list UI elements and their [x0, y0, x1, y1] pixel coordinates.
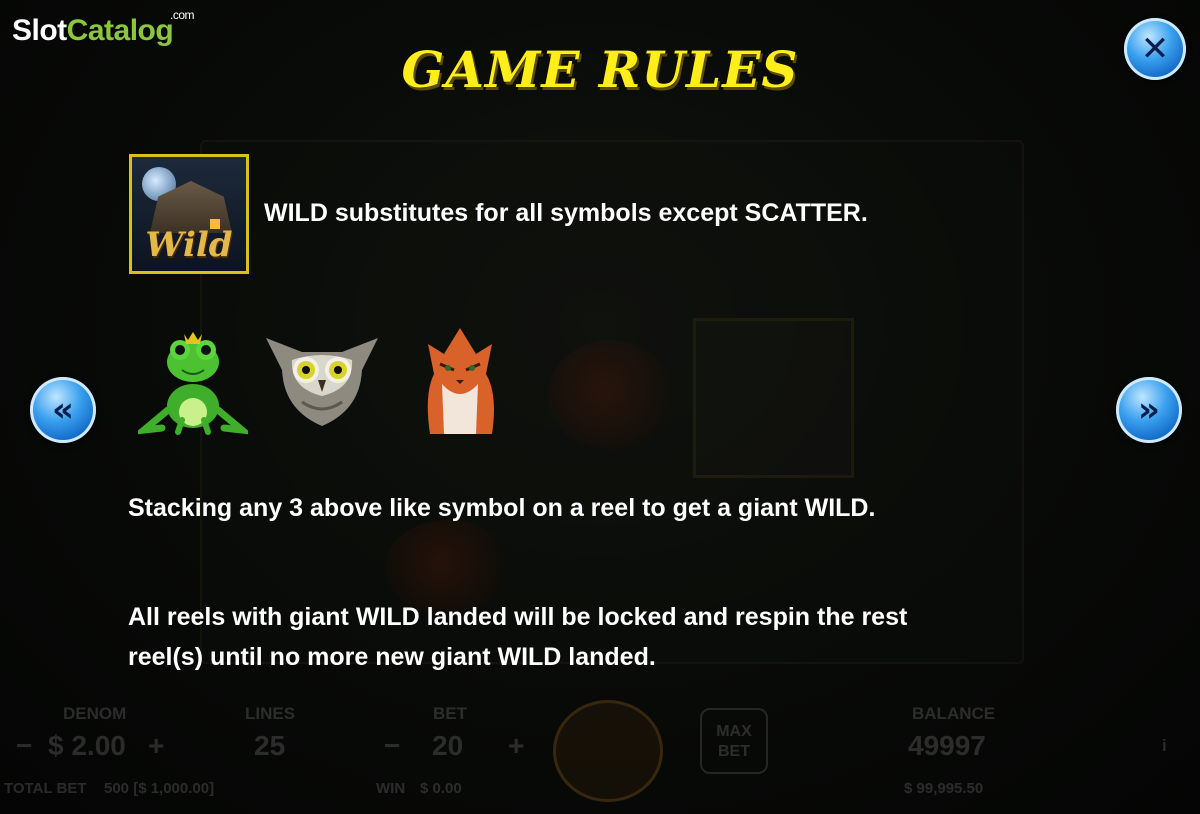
win-label: WIN — [376, 780, 406, 797]
lines-label: LINES — [245, 704, 296, 723]
cat-icon — [427, 328, 494, 434]
rule-locked-line2: reel(s) until no more new giant WILD lan… — [128, 643, 656, 671]
win-value: $ 0.00 — [420, 780, 462, 797]
max-bet-button[interactable]: MAX BET — [700, 708, 768, 774]
max-bet-line1: MAX — [716, 723, 752, 740]
denom-value: $ 2.00 — [48, 730, 126, 761]
balance-money: $ 99,995.50 — [904, 780, 984, 797]
total-bet-label: TOTAL BET — [4, 780, 87, 797]
close-button[interactable]: ✕ — [1124, 18, 1186, 80]
balance-value: 49997 — [908, 730, 986, 761]
double-chevron-left-icon: « — [52, 390, 74, 430]
wild-label: Wild — [145, 225, 233, 265]
page-title: GAME RULES — [401, 40, 799, 99]
close-icon: ✕ — [1140, 29, 1170, 69]
bet-plus-button[interactable]: + — [508, 730, 524, 762]
double-chevron-right-icon: » — [1138, 390, 1160, 430]
bottom-control-bar: DENOM − $ 2.00 + LINES 25 BET − 20 + MAX… — [0, 700, 1200, 814]
denom-minus-button[interactable]: − — [16, 730, 32, 762]
owl-icon — [266, 338, 378, 426]
lines-value: 25 — [254, 730, 286, 761]
rule-stacking: Stacking any 3 above like symbol on a re… — [128, 494, 876, 522]
rule-locked-line1: All reels with giant WILD landed will be… — [128, 603, 908, 631]
frog-icon — [138, 332, 248, 435]
bet-label: BET — [433, 704, 467, 723]
rule-wild-substitute: WILD substitutes for all symbols except … — [264, 199, 868, 227]
bet-value: 20 — [432, 730, 464, 761]
denom-plus-button[interactable]: + — [148, 730, 164, 762]
balance-label: BALANCE — [912, 704, 996, 723]
max-bet-line2: BET — [718, 743, 750, 760]
rule-locked-respin: All reels with giant WILD landed will be… — [128, 597, 1078, 677]
total-bet-value: 500 [$ 1,000.00] — [104, 780, 215, 797]
denom-label: DENOM — [63, 704, 127, 723]
wild-symbol-icon: Wild — [129, 154, 249, 274]
previous-page-button[interactable]: « — [30, 377, 96, 443]
bet-minus-button[interactable]: − — [384, 730, 400, 762]
logo-com-text: .com — [170, 8, 195, 22]
spin-button[interactable] — [553, 700, 663, 802]
next-page-button[interactable]: » — [1116, 377, 1182, 443]
info-button[interactable]: i — [1162, 736, 1167, 756]
